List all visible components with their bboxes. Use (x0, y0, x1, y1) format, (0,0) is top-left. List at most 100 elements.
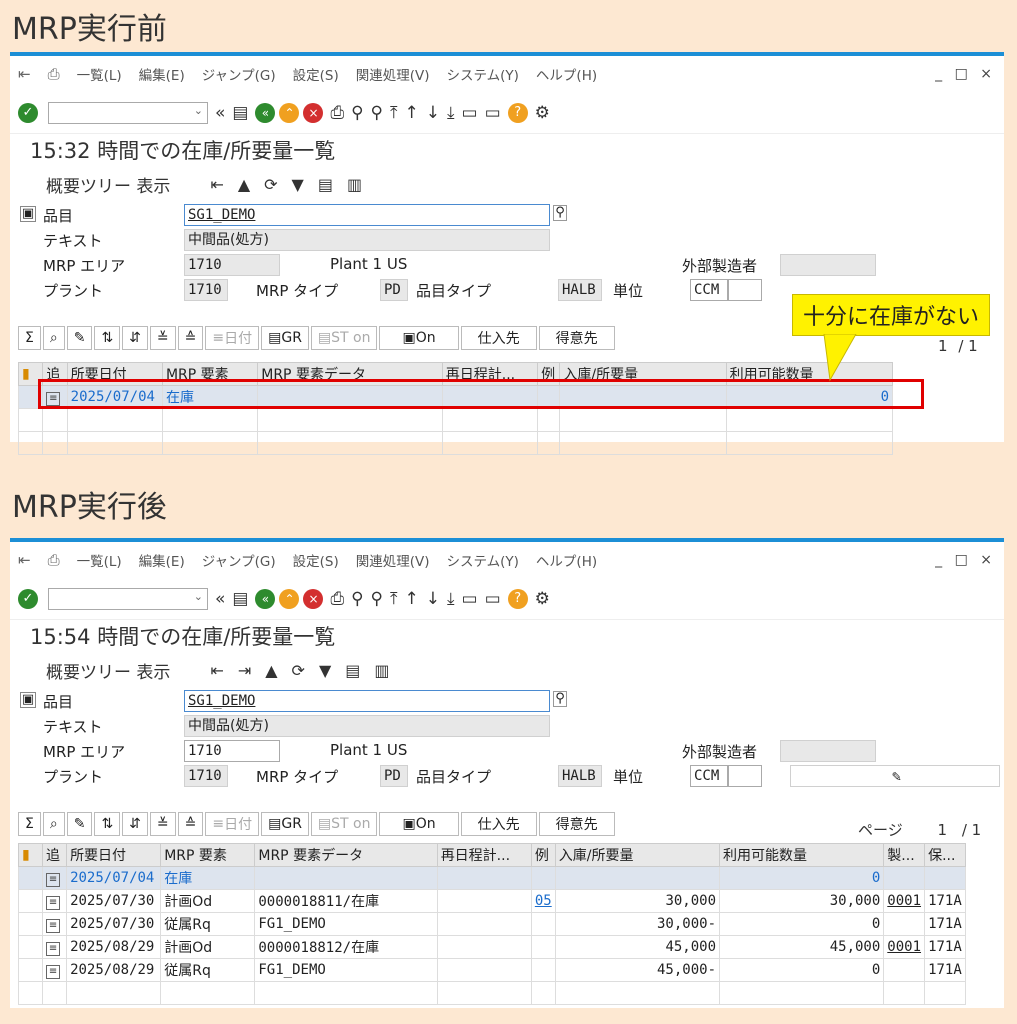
print-icon[interactable]: ⎙ (330, 589, 344, 609)
create-session-icon[interactable]: ▭ (462, 103, 478, 123)
row-detail-icon[interactable]: ≡ (46, 872, 61, 887)
col-resched[interactable]: 再日程計... (436, 843, 532, 867)
menu-related[interactable]: 関連処理(V) (356, 550, 430, 570)
menu-system[interactable]: システム(Y) (447, 550, 519, 570)
customer-button[interactable]: 得意先 (538, 326, 615, 350)
cancel-icon[interactable]: × (303, 102, 324, 123)
app-toolbar-label[interactable]: 概要ツリー 表示 (46, 658, 170, 683)
date-button[interactable]: ≡ 日付 (205, 812, 260, 836)
menu-exit-icon[interactable]: ⇤ (18, 65, 31, 83)
sort-desc-icon[interactable]: ⇵ (122, 812, 148, 836)
refresh-icon[interactable]: ⟳ (292, 661, 305, 680)
window-controls[interactable]: _ □ × (935, 552, 996, 568)
collapse-icon[interactable]: ⇤ (210, 175, 223, 194)
filter-icon[interactable]: ▼ (319, 661, 331, 680)
on-button[interactable]: ▣ On (379, 812, 459, 836)
menu-jump[interactable]: ジャンプ(G) (202, 64, 276, 84)
collapse-all-icon[interactable]: ≙ (177, 812, 204, 836)
collapse-icon[interactable]: ⇤ (210, 661, 223, 680)
filter-icon[interactable]: ▼ (292, 175, 304, 194)
on-button[interactable]: ▣ On (379, 326, 459, 350)
find-icon[interactable]: ⚲ (351, 589, 363, 609)
row-detail-icon[interactable]: ≡ (46, 918, 61, 933)
shortcut-icon[interactable]: ▭ (485, 589, 501, 609)
menu-related[interactable]: 関連処理(V) (356, 64, 430, 84)
save-icon[interactable]: ▤ (232, 589, 248, 609)
sum-icon[interactable]: Σ (18, 326, 41, 350)
menu-edit[interactable]: 編集(E) (139, 550, 185, 570)
window-controls[interactable]: _ □ × (935, 66, 996, 82)
exit-icon[interactable]: ⌃ (279, 102, 300, 123)
customer-button[interactable]: 得意先 (538, 812, 615, 836)
back-icon[interactable]: « (255, 588, 276, 609)
menu-edit[interactable]: 編集(E) (139, 64, 185, 84)
prev-page-icon[interactable]: ↑ (405, 103, 419, 123)
material-icon[interactable]: ▣ (20, 692, 36, 708)
gear-icon[interactable]: ⚙ (535, 103, 550, 123)
back-double-arrow-icon[interactable]: « (215, 103, 225, 123)
exit-icon[interactable]: ⌃ (279, 588, 300, 609)
col-data[interactable]: MRP 要素データ (254, 843, 438, 867)
shortcut-icon[interactable]: ▭ (485, 103, 501, 123)
table-row[interactable]: ≡ 2025/08/29 計画Od 0000018812/在庫 45,000 4… (17, 935, 966, 959)
st-button[interactable]: ▤ ST on (310, 326, 378, 350)
cancel-icon[interactable]: × (303, 588, 324, 609)
enter-check-icon[interactable]: ✓ (18, 102, 38, 123)
collapse-all-icon[interactable]: ≙ (177, 326, 204, 350)
refresh-icon[interactable]: ⟳ (264, 175, 277, 194)
cell-date[interactable]: 2025/07/04 (66, 866, 162, 890)
help-icon[interactable]: ? (507, 588, 528, 609)
menu-print-icon[interactable]: ⎙ (48, 65, 60, 83)
sort-desc-icon[interactable]: ⇵ (122, 326, 148, 350)
details-icon[interactable]: ▤ (345, 661, 360, 680)
table-row[interactable]: ≡ 2025/08/29 従属Rq FG1_DEMO 45,000- 0 171… (17, 958, 966, 982)
cell-element[interactable]: 在庫 (160, 866, 256, 890)
first-page-icon[interactable]: ⤒ (390, 589, 398, 609)
edit-icon[interactable]: ✎ (66, 326, 93, 350)
expand-icon[interactable]: ≚ (149, 812, 176, 836)
menu-settings[interactable]: 設定(S) (293, 550, 339, 570)
date-button[interactable]: ≡ 日付 (205, 326, 260, 350)
first-page-icon[interactable]: ⤒ (390, 103, 398, 123)
row-detail-icon[interactable]: ≡ (46, 895, 61, 910)
command-field[interactable]: ⌄ (48, 587, 208, 610)
table-row[interactable]: ≡ 2025/07/04 在庫 0 (17, 866, 966, 890)
dropdown-chevron-icon[interactable]: ⌄ (194, 590, 203, 603)
vendor-button[interactable]: 仕入先 (460, 812, 537, 836)
table-row[interactable]: ≡ 2025/07/30 従属Rq FG1_DEMO 30,000- 0 171… (17, 912, 966, 936)
app-toolbar-label[interactable]: 概要ツリー 表示 (46, 172, 170, 197)
view-icon[interactable]: ⌕ (42, 326, 65, 350)
edit-doc-icon[interactable]: ✎ (790, 765, 1000, 787)
print-icon[interactable]: ⎙ (330, 103, 344, 123)
menu-help[interactable]: ヘルプ(H) (536, 64, 597, 84)
sort-asc-icon[interactable]: ⇅ (94, 812, 121, 836)
document-arrow-icon[interactable]: ⇥ (238, 661, 251, 680)
next-page-icon[interactable]: ↓ (426, 589, 440, 609)
command-field[interactable]: ⌄ (48, 101, 208, 124)
col-add[interactable]: 追 (42, 843, 68, 867)
find-next-icon[interactable]: ⚲ (371, 103, 383, 123)
material-input[interactable]: SG1_DEMO (184, 204, 550, 226)
row-detail-icon[interactable]: ≡ (46, 941, 61, 956)
col-element[interactable]: MRP 要素 (160, 843, 256, 867)
gr-button[interactable]: ▤ GR (261, 326, 309, 350)
st-button[interactable]: ▤ ST on (310, 812, 378, 836)
cell-exc[interactable]: 05 (530, 889, 556, 913)
gear-icon[interactable]: ⚙ (535, 589, 550, 609)
graph-icon[interactable]: ▲ (238, 175, 250, 194)
next-page-icon[interactable]: ↓ (426, 103, 440, 123)
graph-icon[interactable]: ▲ (265, 661, 277, 680)
menu-system[interactable]: システム(Y) (447, 64, 519, 84)
col-date[interactable]: 所要日付 (66, 843, 162, 867)
help-icon[interactable]: ? (507, 102, 528, 123)
edit-icon[interactable]: ✎ (66, 812, 93, 836)
menu-settings[interactable]: 設定(S) (293, 64, 339, 84)
view-icon[interactable]: ⌕ (42, 812, 65, 836)
cell-mfg[interactable]: 0001 (883, 889, 926, 913)
last-page-icon[interactable]: ⤓ (447, 103, 455, 123)
menu-print-icon[interactable]: ⎙ (48, 551, 60, 569)
sum-icon[interactable]: Σ (18, 812, 41, 836)
col-icon[interactable]: ▮ (17, 843, 44, 867)
col-exc[interactable]: 例 (530, 843, 556, 867)
details-icon[interactable]: ▤ (318, 175, 333, 194)
